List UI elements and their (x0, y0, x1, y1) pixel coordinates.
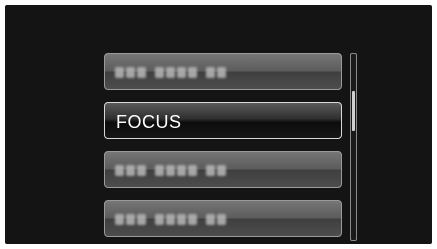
menu-item-focus[interactable]: FOCUS (104, 102, 342, 139)
scrollbar[interactable] (350, 53, 357, 241)
obscured-label (115, 165, 226, 176)
scrollbar-thumb[interactable] (352, 91, 355, 131)
obscured-label (115, 214, 226, 225)
menu-item-1[interactable] (104, 53, 342, 90)
camera-menu-screen: FOCUS (5, 5, 432, 244)
menu-list: FOCUS (104, 53, 342, 249)
obscured-label (115, 67, 226, 78)
menu-item-4[interactable] (104, 200, 342, 237)
menu-item-label: FOCUS (116, 112, 182, 132)
menu-item-3[interactable] (104, 151, 342, 188)
